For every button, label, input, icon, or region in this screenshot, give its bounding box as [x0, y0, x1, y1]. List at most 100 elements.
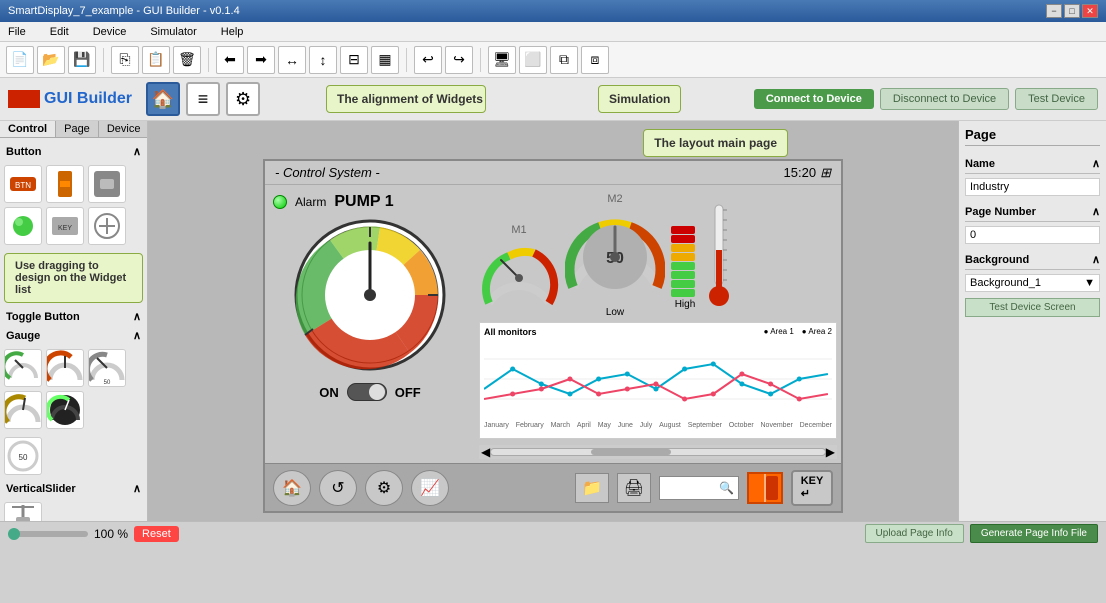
menu-file[interactable]: File	[4, 24, 30, 40]
led-green-4	[671, 289, 695, 297]
toolbar-align-h[interactable]: ↔	[278, 46, 306, 74]
upload-button[interactable]: Upload Page Info	[865, 524, 964, 543]
widget-gauge-4[interactable]	[4, 391, 42, 429]
toolbar-sep-4	[480, 48, 481, 72]
settings-tool-btn[interactable]: ⚙	[226, 82, 260, 116]
toolbar-monitor2[interactable]: ⬜	[519, 46, 547, 74]
toolbar-distribute[interactable]: ⊟	[340, 46, 368, 74]
disconnect-device-button[interactable]: Disconnect to Device	[880, 88, 1009, 110]
toolbar-paste[interactable]: 📋	[142, 46, 170, 74]
vslider-section-header[interactable]: VerticalSlider ∧	[4, 479, 143, 498]
tab-page[interactable]: Page	[56, 121, 99, 137]
close-button[interactable]: ✕	[1082, 4, 1098, 18]
test-device-button[interactable]: Test Device	[1015, 88, 1098, 110]
canvas-nav-btns: 🏠 ↺ ⚙ 📈	[273, 470, 449, 506]
toolbar-align-right[interactable]: ➡	[247, 46, 275, 74]
reset-button[interactable]: Reset	[134, 526, 179, 542]
tab-device[interactable]: Device	[99, 121, 150, 137]
alarm-row: Alarm PUMP 1	[273, 193, 394, 211]
toolbar-paste-screen[interactable]: ⧈	[581, 46, 609, 74]
widget-led-1[interactable]	[4, 207, 42, 245]
toggle-switch[interactable]	[347, 383, 387, 401]
minimize-button[interactable]: −	[1046, 4, 1062, 18]
toolbar-copy-screen[interactable]: ⧉	[550, 46, 578, 74]
logo-text: GUI Builder	[44, 90, 132, 108]
chart-nav-btn[interactable]: 📈	[411, 470, 449, 506]
connect-device-button[interactable]: Connect to Device	[754, 89, 874, 109]
toggle-knob	[369, 384, 385, 400]
scroll-left-btn[interactable]: ◀	[481, 445, 490, 459]
print-btn[interactable]: 🖨	[617, 473, 651, 503]
scroll-track[interactable]	[490, 448, 826, 456]
list-tool-btn[interactable]: ≡	[186, 82, 220, 116]
area2-legend: ● Area 2	[802, 327, 832, 336]
orange-toggle-btn[interactable]	[747, 472, 783, 504]
widget-gauge-1[interactable]	[4, 349, 42, 387]
background-label: Background	[965, 254, 1029, 266]
toggle-section-header[interactable]: Toggle Button ∧	[4, 307, 143, 326]
menu-device[interactable]: Device	[89, 24, 131, 40]
toolbar-new[interactable]: 📄	[6, 46, 34, 74]
search-bar[interactable]: 🔍	[659, 476, 739, 500]
design-canvas[interactable]: - Control System - 15:20 ⊞ Alarm PUMP 1	[263, 159, 843, 513]
test-screen-button[interactable]: Test Device Screen	[965, 298, 1100, 317]
toolbar-align-left[interactable]: ⬅	[216, 46, 244, 74]
menu-help[interactable]: Help	[217, 24, 248, 40]
alignment-callout: The alignment of Widgets	[326, 85, 486, 113]
name-section-header[interactable]: Name ∧	[965, 154, 1100, 174]
alarm-label: Alarm	[295, 195, 326, 209]
background-value: Background_1	[970, 277, 1041, 289]
toolbar-undo[interactable]: ↩	[414, 46, 442, 74]
toolbar-delete[interactable]: 🗑	[173, 46, 201, 74]
scroll-thumb	[591, 449, 671, 455]
widget-add-btn[interactable]	[88, 207, 126, 245]
tab-bar: Control Page Device	[0, 121, 147, 138]
zoom-slider[interactable]	[8, 531, 88, 537]
toolbar-copy[interactable]: ⎘	[111, 46, 139, 74]
tab-control[interactable]: Control	[0, 121, 56, 137]
folder-btn[interactable]: 📁	[575, 473, 609, 503]
key-nav-btn[interactable]: KEY↵	[791, 470, 833, 506]
toolbar-redo[interactable]: ↪	[445, 46, 473, 74]
name-input[interactable]	[965, 178, 1100, 196]
layout-main-callout: The layout main page	[643, 129, 788, 157]
widget-button-3[interactable]	[88, 165, 126, 203]
search-icon: 🔍	[719, 481, 734, 495]
home-nav-btn[interactable]: 🏠	[273, 470, 311, 506]
on-off-row: ON OFF	[319, 383, 421, 401]
chart-container: All monitors ● Area 1 ● Area 2	[479, 322, 837, 439]
reload-nav-btn[interactable]: ↺	[319, 470, 357, 506]
widget-gauge-dark[interactable]	[46, 391, 84, 429]
gauge-section-header[interactable]: Gauge ∧	[4, 326, 143, 345]
toolbar-save[interactable]: 💾	[68, 46, 96, 74]
on-label: ON	[319, 385, 339, 400]
menu-edit[interactable]: Edit	[46, 24, 73, 40]
background-dropdown[interactable]: Background_1 ▼	[965, 274, 1100, 292]
maximize-button[interactable]: □	[1064, 4, 1080, 18]
widget-key-btn[interactable]: KEY	[46, 207, 84, 245]
settings-nav-btn[interactable]: ⚙	[365, 470, 403, 506]
page-number-section-header[interactable]: Page Number ∧	[965, 202, 1100, 222]
toolbar-monitor[interactable]: 🖥	[488, 46, 516, 74]
canvas-time: 15:20	[784, 165, 817, 180]
background-section-header[interactable]: Background ∧	[965, 250, 1100, 270]
widget-gauge-3[interactable]: 50	[88, 349, 126, 387]
canvas-bottom-toolbar: 🏠 ↺ ⚙ 📈 📁 🖨 🔍	[265, 463, 841, 511]
menu-simulator[interactable]: Simulator	[146, 24, 200, 40]
widget-button-2[interactable]	[46, 165, 84, 203]
gauge-widget-grid: 50	[4, 345, 143, 433]
scroll-right-btn[interactable]: ▶	[826, 445, 835, 459]
toolbar-open[interactable]: 📂	[37, 46, 65, 74]
page-number-input[interactable]	[965, 226, 1100, 244]
high-label: High	[675, 299, 696, 310]
toolbar-align-v[interactable]: ↕	[309, 46, 337, 74]
pump-label: PUMP 1	[334, 193, 393, 211]
widget-button-1[interactable]: BTN	[4, 165, 42, 203]
generate-button[interactable]: Generate Page Info File	[970, 524, 1098, 543]
widget-gauge-2[interactable]	[46, 349, 84, 387]
button-section-header[interactable]: Button ∧	[4, 142, 143, 161]
widget-vslider[interactable]	[4, 502, 42, 521]
widget-round-gauge[interactable]: 50	[4, 437, 42, 475]
toolbar-layout[interactable]: ▦	[371, 46, 399, 74]
home-tool-btn[interactable]: 🏠	[146, 82, 180, 116]
